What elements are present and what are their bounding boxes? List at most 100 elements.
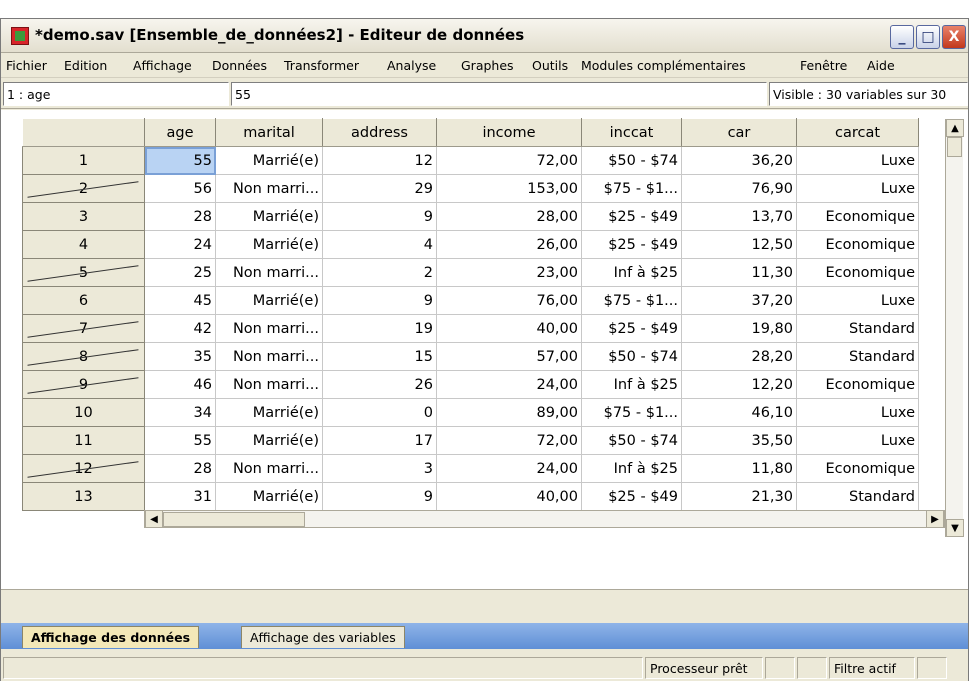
cell-age[interactable]: 55 xyxy=(144,146,216,175)
cell-inccat[interactable]: $50 - $74 xyxy=(581,342,682,371)
cell-inccat[interactable]: $75 - $1... xyxy=(581,398,682,427)
menu-aide[interactable]: Aide xyxy=(867,58,895,73)
cell-car[interactable]: 28,20 xyxy=(681,342,797,371)
scroll-up-icon[interactable]: ▲ xyxy=(946,119,964,137)
menu-edition[interactable]: Edition xyxy=(64,58,107,73)
cell-address[interactable]: 2 xyxy=(322,258,437,287)
row-number[interactable]: 1 xyxy=(22,146,145,175)
cell-car[interactable]: 37,20 xyxy=(681,286,797,315)
cell-car[interactable]: 19,80 xyxy=(681,314,797,343)
cell-marital[interactable]: Marrié(e) xyxy=(215,426,323,455)
cell-marital[interactable]: Non marri... xyxy=(215,370,323,399)
row-number[interactable]: 9 xyxy=(22,370,145,399)
cell-income[interactable]: 72,00 xyxy=(436,426,582,455)
cell-age[interactable]: 35 xyxy=(144,342,216,371)
cell-address[interactable]: 19 xyxy=(322,314,437,343)
cell-address[interactable]: 17 xyxy=(322,426,437,455)
cell-age[interactable]: 28 xyxy=(144,202,216,231)
cell-inccat[interactable]: $25 - $49 xyxy=(581,202,682,231)
cell-carcat[interactable]: Standard xyxy=(796,314,919,343)
menu-fenetre[interactable]: Fenêtre xyxy=(800,58,847,73)
scroll-down-icon[interactable]: ▼ xyxy=(946,519,964,537)
close-button[interactable]: X xyxy=(942,25,966,49)
cell-marital[interactable]: Non marri... xyxy=(215,174,323,203)
cell-carcat[interactable]: Economique xyxy=(796,454,919,483)
cell-age[interactable]: 34 xyxy=(144,398,216,427)
cell-carcat[interactable]: Economique xyxy=(796,258,919,287)
cell-marital[interactable]: Non marri... xyxy=(215,314,323,343)
cell-car[interactable]: 76,90 xyxy=(681,174,797,203)
menu-donnees[interactable]: Données xyxy=(212,58,267,73)
corner-cell[interactable] xyxy=(22,118,145,147)
cell-age[interactable]: 42 xyxy=(144,314,216,343)
scroll-right-icon[interactable]: ▶ xyxy=(926,510,944,528)
vertical-scroll-thumb[interactable] xyxy=(947,137,962,157)
cell-marital[interactable]: Marrié(e) xyxy=(215,146,323,175)
cell-carcat[interactable]: Standard xyxy=(796,342,919,371)
scroll-left-icon[interactable]: ◀ xyxy=(145,510,163,528)
cell-carcat[interactable]: Luxe xyxy=(796,426,919,455)
cell-car[interactable]: 12,50 xyxy=(681,230,797,259)
column-header-marital[interactable]: marital xyxy=(215,118,323,147)
cell-address[interactable]: 9 xyxy=(322,286,437,315)
cell-inccat[interactable]: $50 - $74 xyxy=(581,146,682,175)
row-number[interactable]: 13 xyxy=(22,482,145,511)
cell-address[interactable]: 12 xyxy=(322,146,437,175)
cell-inccat[interactable]: $25 - $49 xyxy=(581,230,682,259)
cell-age[interactable]: 24 xyxy=(144,230,216,259)
cell-inccat[interactable]: Inf à $25 xyxy=(581,370,682,399)
column-header-address[interactable]: address xyxy=(322,118,437,147)
cell-income[interactable]: 76,00 xyxy=(436,286,582,315)
cell-address[interactable]: 0 xyxy=(322,398,437,427)
cell-marital[interactable]: Non marri... xyxy=(215,258,323,287)
cell-address[interactable]: 4 xyxy=(322,230,437,259)
cell-address[interactable]: 15 xyxy=(322,342,437,371)
cell-carcat[interactable]: Luxe xyxy=(796,398,919,427)
cell-income[interactable]: 26,00 xyxy=(436,230,582,259)
row-number[interactable]: 6 xyxy=(22,286,145,315)
row-number[interactable]: 12 xyxy=(22,454,145,483)
cell-car[interactable]: 11,30 xyxy=(681,258,797,287)
column-header-carcat[interactable]: carcat xyxy=(796,118,919,147)
cell-car[interactable]: 36,20 xyxy=(681,146,797,175)
cell-age[interactable]: 31 xyxy=(144,482,216,511)
minimize-button[interactable]: _ xyxy=(890,25,914,49)
column-header-inccat[interactable]: inccat xyxy=(581,118,682,147)
cell-car[interactable]: 46,10 xyxy=(681,398,797,427)
tab-data-view[interactable]: Affichage des données xyxy=(22,626,200,648)
row-number[interactable]: 2 xyxy=(22,174,145,203)
cell-income[interactable]: 40,00 xyxy=(436,314,582,343)
tab-variable-view[interactable]: Affichage des variables xyxy=(241,626,405,648)
cell-car[interactable]: 21,30 xyxy=(681,482,797,511)
cell-address[interactable]: 26 xyxy=(322,370,437,399)
row-number[interactable]: 4 xyxy=(22,230,145,259)
maximize-button[interactable]: □ xyxy=(916,25,940,49)
cell-income[interactable]: 23,00 xyxy=(436,258,582,287)
cell-income[interactable]: 153,00 xyxy=(436,174,582,203)
menu-outils[interactable]: Outils xyxy=(532,58,568,73)
cell-carcat[interactable]: Economique xyxy=(796,370,919,399)
cell-car[interactable]: 12,20 xyxy=(681,370,797,399)
cell-inccat[interactable]: Inf à $25 xyxy=(581,258,682,287)
cell-address[interactable]: 9 xyxy=(322,482,437,511)
menu-analyse[interactable]: Analyse xyxy=(387,58,436,73)
cell-value-input[interactable]: 55 xyxy=(231,82,767,106)
cell-car[interactable]: 13,70 xyxy=(681,202,797,231)
cell-marital[interactable]: Marrié(e) xyxy=(215,230,323,259)
row-number[interactable]: 7 xyxy=(22,314,145,343)
row-number[interactable]: 10 xyxy=(22,398,145,427)
cell-address[interactable]: 9 xyxy=(322,202,437,231)
cell-age[interactable]: 28 xyxy=(144,454,216,483)
cell-carcat[interactable]: Economique xyxy=(796,230,919,259)
cell-carcat[interactable]: Luxe xyxy=(796,174,919,203)
cell-age[interactable]: 25 xyxy=(144,258,216,287)
cell-age[interactable]: 45 xyxy=(144,286,216,315)
cell-marital[interactable]: Marrié(e) xyxy=(215,398,323,427)
menu-fichier[interactable]: Fichier xyxy=(6,58,47,73)
row-number[interactable]: 5 xyxy=(22,258,145,287)
cell-marital[interactable]: Marrié(e) xyxy=(215,202,323,231)
cell-inccat[interactable]: $75 - $1... xyxy=(581,174,682,203)
cell-income[interactable]: 24,00 xyxy=(436,370,582,399)
cell-inccat[interactable]: $50 - $74 xyxy=(581,426,682,455)
cell-carcat[interactable]: Economique xyxy=(796,202,919,231)
